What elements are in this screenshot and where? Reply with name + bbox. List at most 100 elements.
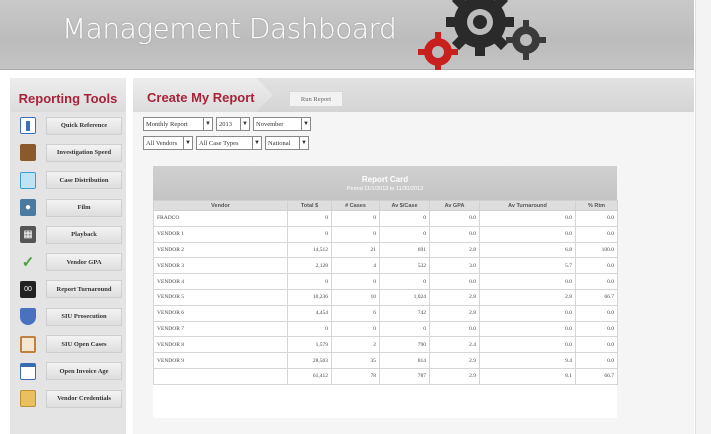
table-row: VENDOR 4 0 0 0 0.0 0.0 0.0 <box>153 273 618 290</box>
column-header: % Rtm <box>575 200 618 211</box>
sidebar-item-quick-reference[interactable]: Quick Reference <box>10 112 126 139</box>
report-card-header: Report Card Period 11/1/2013 to 11/30/20… <box>153 166 617 200</box>
value-cell: 2.8 <box>429 288 480 306</box>
sidebar-item-vendor-credentials[interactable]: Vendor Credentials <box>10 385 126 412</box>
vendor-select[interactable]: All Vendors ▼ <box>143 136 193 150</box>
report-card-table: Vendor Total $ # Cases Av $/Case Av GPA … <box>153 200 618 385</box>
value-cell: 0 <box>379 320 430 338</box>
value-cell: 21 <box>331 241 380 259</box>
value-cell: 2,128 <box>287 257 332 275</box>
value-cell: 9.4 <box>479 352 576 369</box>
vendor-cell: VENDOR 9 <box>153 352 288 369</box>
value-cell: 6 <box>331 304 380 322</box>
reporting-tools-sidebar: Reporting Tools Quick Reference Investig… <box>10 78 126 434</box>
value-cell: 0 <box>379 273 430 290</box>
sidebar-item-siu-prosecution[interactable]: SIU Prosecution <box>10 303 126 330</box>
sidebar-item-playback[interactable]: ▦ Playback <box>10 221 126 248</box>
value-cell: 2.8 <box>429 304 480 322</box>
value-cell: 0.0 <box>429 210 480 227</box>
value-cell: 35 <box>331 352 380 369</box>
vendor-cell: FRADCO <box>153 210 288 227</box>
sidebar-item-open-invoice-age[interactable]: Open Invoice Age <box>10 358 126 385</box>
sidebar-item-case-distribution[interactable]: Case Distribution <box>10 167 126 194</box>
value-cell: 0.0 <box>479 320 576 338</box>
year-select[interactable]: 2013 ▼ <box>216 117 250 131</box>
value-cell: 8.1 <box>479 367 576 385</box>
sidebar-item-label: Vendor Credentials <box>46 389 122 408</box>
value-cell: 532 <box>379 257 430 275</box>
value-cell: 0 <box>287 225 332 243</box>
sidebar-item-investigation-speed[interactable]: Investigation Speed <box>10 139 126 166</box>
column-header: Av $/Case <box>379 200 430 211</box>
vendor-cell: VENDOR 7 <box>153 320 288 338</box>
value-cell: 0.0 <box>575 273 618 290</box>
value-cell: 2.8 <box>479 288 576 306</box>
value-cell: 66.7 <box>575 288 618 306</box>
sidebar-item-report-turnaround[interactable]: 00 Report Turnaround <box>10 276 126 303</box>
value-cell: 0.0 <box>575 336 618 354</box>
sidebar-item-label: Report Turnaround <box>46 280 122 299</box>
value-cell: 0.0 <box>479 225 576 243</box>
column-header: # Cases <box>331 200 380 211</box>
value-cell: 61,412 <box>287 367 332 385</box>
table-row: VENDOR 8 1,579 2 790 2.4 0.0 0.0 <box>153 336 618 354</box>
shield-icon <box>20 308 36 326</box>
value-cell: 0 <box>331 210 380 227</box>
page-title: Management Dashboard <box>62 12 397 45</box>
column-header: Av Turnaround <box>479 200 576 211</box>
value-cell: 4,454 <box>287 304 332 322</box>
chevron-down-icon: ▼ <box>203 118 212 130</box>
value-cell: 0 <box>331 225 380 243</box>
dashboard-header: Management Dashboard <box>0 0 694 70</box>
report-period: Period 11/1/2013 to 11/30/2013 <box>346 186 424 192</box>
value-cell: 0.0 <box>575 210 618 227</box>
value-cell: 0.0 <box>575 352 618 369</box>
report-type-select[interactable]: Monthly Report ▼ <box>143 117 213 131</box>
value-cell: 0.0 <box>429 320 480 338</box>
sidebar-item-label: Investigation Speed <box>46 143 122 162</box>
month-select[interactable]: November ▼ <box>253 117 311 131</box>
value-cell: 0.0 <box>575 257 618 275</box>
clipboard-icon <box>20 335 36 353</box>
region-select[interactable]: National ▼ <box>265 136 309 150</box>
value-cell: 1,024 <box>379 288 430 306</box>
filter-row-2: All Vendors ▼ All Case Types ▼ National … <box>143 136 309 150</box>
vendor-cell <box>153 367 288 385</box>
value-cell: 0 <box>331 320 380 338</box>
column-header: Vendor <box>153 200 288 211</box>
table-row: VENDOR 7 0 0 0 0.0 0.0 0.0 <box>153 320 618 338</box>
vendor-cell: VENDOR 1 <box>153 225 288 243</box>
table-row: VENDOR 2 14,512 21 691 2.8 6.8 100.0 <box>153 241 618 259</box>
vendor-cell: VENDOR 3 <box>153 257 288 275</box>
building-icon: ▦ <box>20 226 36 244</box>
sidebar-item-film[interactable]: ● Film <box>10 194 126 221</box>
chevron-down-icon: ▼ <box>240 118 249 130</box>
camera-icon: ● <box>20 199 36 217</box>
vendor-cell: VENDOR 4 <box>153 273 288 290</box>
value-cell: 742 <box>379 304 430 322</box>
folder-lock-icon <box>20 390 36 408</box>
gears-logo <box>418 0 546 70</box>
value-cell: 3.0 <box>429 257 480 275</box>
sidebar-item-vendor-gpa[interactable]: ✓ Vendor GPA <box>10 248 126 275</box>
value-cell: 0.0 <box>429 225 480 243</box>
calendar-icon <box>20 362 36 380</box>
run-report-button[interactable]: Run Report <box>289 91 343 107</box>
value-cell: 14,512 <box>287 241 332 259</box>
value-cell: 0 <box>379 210 430 227</box>
case-type-select[interactable]: All Case Types ▼ <box>196 136 262 150</box>
value-cell: 2.8 <box>429 241 480 259</box>
panel-header: Create My Report Run Report <box>133 78 694 112</box>
sidebar-item-siu-open-cases[interactable]: SIU Open Cases <box>10 330 126 357</box>
sidebar-item-label: SIU Prosecution <box>46 307 122 326</box>
value-cell: 0 <box>379 225 430 243</box>
sidebar-item-label: Quick Reference <box>46 116 122 135</box>
checkmark-icon: ✓ <box>21 254 35 272</box>
report-card-title: Report Card <box>361 175 409 184</box>
page-scrollbar[interactable] <box>695 0 711 434</box>
value-cell: 5.7 <box>479 257 576 275</box>
sidebar-title: Reporting Tools <box>10 78 126 112</box>
value-cell: 4 <box>331 257 380 275</box>
vendor-cell: VENDOR 5 <box>153 288 288 306</box>
value-cell: 691 <box>379 241 430 259</box>
